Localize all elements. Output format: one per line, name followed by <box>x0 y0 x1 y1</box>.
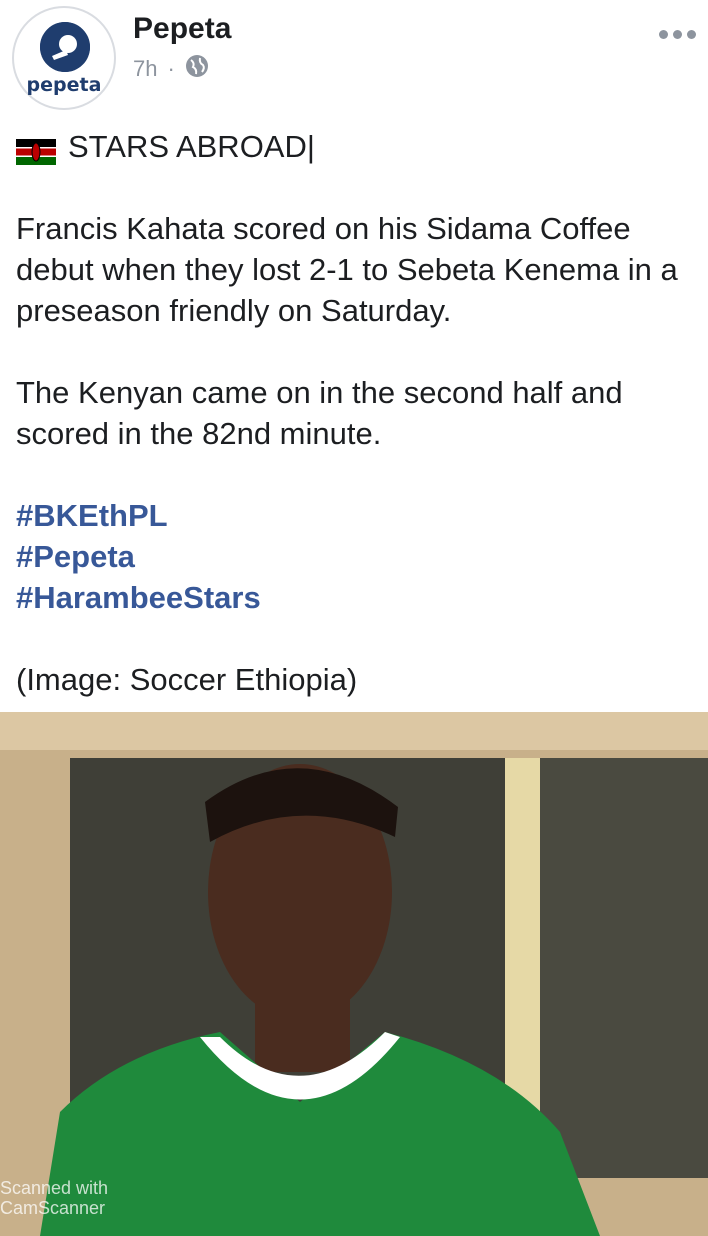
image-credit: (Image: Soccer Ethiopia) <box>16 662 358 697</box>
football-logo-icon <box>40 22 90 72</box>
post-paragraph: The Kenyan came on in the second half an… <box>16 375 623 451</box>
hashtag-link[interactable]: #HarambeeStars <box>16 577 696 618</box>
post-header: pepeta Pepeta 7h · <box>0 0 708 115</box>
watermark-line: Scanned with <box>0 1178 109 1198</box>
meta-separator: · <box>167 56 175 81</box>
post-paragraph: Francis Kahata scored on his Sidama Coff… <box>16 211 678 328</box>
post-meta: 7h · <box>133 54 209 84</box>
post-headline: STARS ABROAD| <box>16 126 696 167</box>
hashtag-link[interactable]: #Pepeta <box>16 536 696 577</box>
camscanner-watermark: Scanned with CamScanner <box>0 1178 108 1218</box>
post-photo[interactable] <box>0 712 708 1236</box>
page-avatar[interactable]: pepeta <box>12 6 116 110</box>
hashtag-link[interactable]: #BKEthPL <box>16 495 696 536</box>
globe-icon <box>185 54 209 84</box>
player-photo <box>0 712 708 1236</box>
post-body: STARS ABROAD| Francis Kahata scored on h… <box>16 126 696 700</box>
kenya-flag-icon <box>16 134 56 165</box>
watermark-line: CamScanner <box>0 1198 106 1218</box>
avatar-label: pepeta <box>26 74 102 96</box>
post-time[interactable]: 7h <box>133 56 157 82</box>
page-name[interactable]: Pepeta <box>133 12 231 46</box>
headline-text: STARS ABROAD| <box>68 129 315 164</box>
more-options-icon[interactable] <box>654 26 696 44</box>
